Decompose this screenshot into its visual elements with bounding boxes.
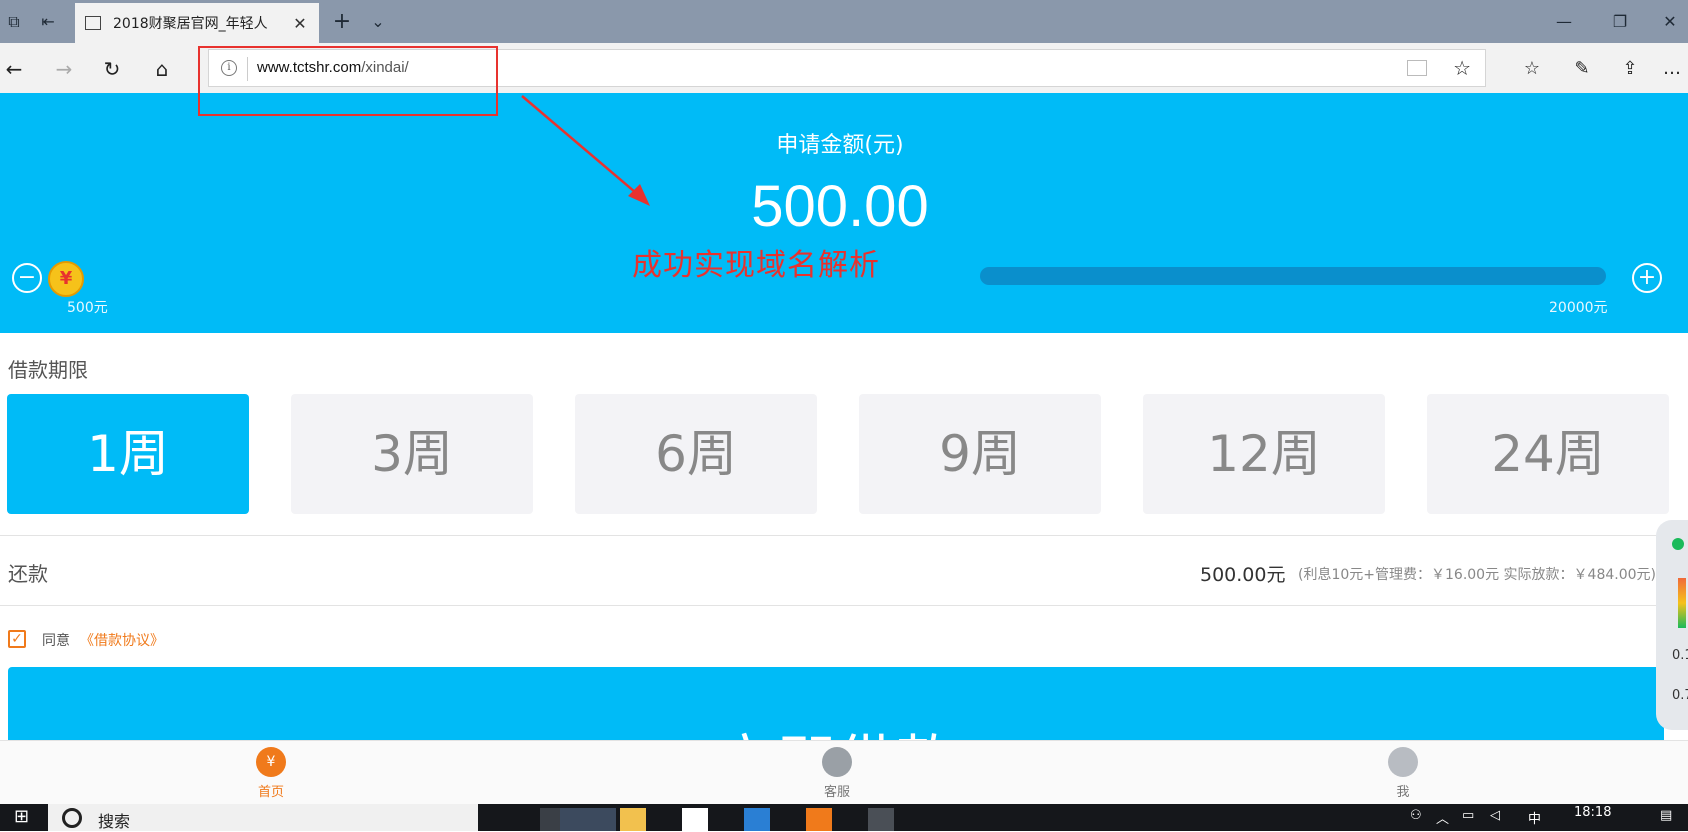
favorite-star-icon[interactable]: ☆ — [1453, 56, 1471, 80]
refresh-icon[interactable]: ↻ — [98, 55, 126, 83]
agree-checkbox[interactable]: ✓ — [8, 630, 26, 648]
term-option-2[interactable]: 3周 — [291, 394, 533, 514]
new-tab-icon[interactable]: + — [330, 10, 354, 34]
amount-value: 500.00 — [751, 174, 929, 239]
home-coin-icon: ¥ — [256, 747, 286, 777]
taskbar-search[interactable]: 搜索 — [48, 804, 478, 831]
search-icon — [62, 808, 82, 828]
amount-slider-track[interactable] — [980, 267, 1606, 285]
user-avatar-icon — [1388, 747, 1418, 777]
repay-label: 还款 — [8, 562, 48, 586]
nav-me-label: 我 — [1396, 785, 1410, 800]
pen-icon[interactable]: ✎ — [1568, 55, 1596, 83]
annotation-highlight-box — [198, 46, 498, 116]
xampp-icon[interactable] — [806, 808, 832, 831]
favorites-icon[interactable]: ☆ — [1518, 55, 1546, 83]
repay-detail: (利息10元+管理费：￥16.00元 实际放款：￥484.00元) — [1298, 567, 1656, 583]
nav-service-label: 客服 — [823, 785, 850, 800]
amount-panel: 申请金额(元) 500.00 − ¥ + 500元 20000元 — [0, 93, 1688, 333]
customer-service-icon — [822, 747, 852, 777]
slider-max-label: 20000元 — [1549, 300, 1608, 316]
decrease-amount-button[interactable]: − — [12, 263, 42, 293]
download-speed: 0.7 — [1672, 688, 1688, 703]
close-tab-icon[interactable]: ✕ — [291, 14, 309, 33]
upload-speed: 0.1 — [1672, 648, 1688, 663]
terminal-icon[interactable] — [868, 808, 894, 831]
nav-home-label: 首页 — [257, 785, 284, 800]
term-option-6[interactable]: 24周 — [1427, 394, 1669, 514]
network-speed-widget[interactable]: 0.1 0.7 — [1656, 520, 1688, 730]
tab-list-icon[interactable]: ⌄ — [366, 10, 390, 34]
term-option-5[interactable]: 12周 — [1143, 394, 1385, 514]
repay-amount: 500.00元 — [1200, 564, 1286, 586]
nav-service[interactable]: 客服 — [777, 747, 897, 800]
back-icon[interactable]: ← — [0, 55, 28, 83]
divider — [0, 535, 1680, 536]
windows-taskbar: ⊞ 搜索 ⚇ ︿ ▭ ◁ 中 18:18 ▤ — [0, 804, 1688, 831]
bottom-nav: ¥ 首页 客服 我 — [0, 740, 1688, 804]
home-icon[interactable]: ⌂ — [148, 55, 176, 83]
restore-icon[interactable]: ❐ — [1606, 8, 1634, 36]
term-option-3[interactable]: 6周 — [575, 394, 817, 514]
clock-time[interactable]: 18:18 — [1574, 805, 1611, 820]
browser-tab-bar: ⧉ ⇤ 2018财聚居官网_年轻人 ✕ + ⌄ — ❐ ✕ — [0, 0, 1688, 43]
divider — [0, 605, 1680, 606]
share-icon[interactable]: ⇪ — [1616, 55, 1644, 83]
nav-me[interactable]: 我 — [1343, 747, 1463, 800]
tray-chevron-icon[interactable]: ︿ — [1436, 808, 1449, 827]
edge-icon[interactable] — [560, 808, 616, 831]
forward-icon[interactable]: → — [50, 55, 78, 83]
set-aside-tabs-icon[interactable]: ⇤ — [36, 10, 60, 34]
browser-tab[interactable]: 2018财聚居官网_年轻人 ✕ — [75, 3, 319, 43]
minimize-icon[interactable]: — — [1550, 8, 1578, 36]
increase-amount-button[interactable]: + — [1632, 263, 1662, 293]
term-option-1[interactable]: 1周 — [7, 394, 249, 514]
volume-icon[interactable]: ◁ — [1490, 808, 1500, 823]
more-icon[interactable]: … — [1658, 55, 1686, 83]
action-center-icon[interactable]: ▤ — [1660, 808, 1672, 823]
agree-text: 同意 — [42, 633, 70, 649]
reading-view-icon[interactable] — [1407, 60, 1427, 76]
window-close-icon[interactable]: ✕ — [1656, 8, 1684, 36]
term-title: 借款期限 — [8, 358, 88, 382]
windows-start-icon[interactable]: ⊞ — [14, 806, 29, 827]
loan-agreement-link[interactable]: 《借款协议》 — [80, 630, 164, 650]
network-icon[interactable]: ▭ — [1462, 808, 1474, 823]
people-icon[interactable]: ⚇ — [1410, 808, 1422, 823]
file-explorer-icon[interactable] — [620, 808, 646, 831]
slider-coin-handle[interactable]: ¥ — [48, 261, 84, 297]
tab-preview-icon[interactable]: ⧉ — [2, 10, 26, 34]
mail-icon[interactable] — [744, 808, 770, 831]
slider-min-label: 500元 — [67, 300, 108, 316]
store-icon[interactable] — [682, 808, 708, 831]
annotation-text: 成功实现域名解析 — [632, 248, 880, 283]
taskbar-search-text: 搜索 — [98, 812, 131, 831]
status-dot-icon — [1672, 538, 1684, 550]
nav-home[interactable]: ¥ 首页 — [211, 747, 331, 800]
tab-title: 2018财聚居官网_年轻人 — [113, 16, 268, 32]
ime-indicator[interactable]: 中 — [1528, 808, 1541, 827]
amount-label: 申请金额(元) — [776, 133, 904, 158]
page-icon — [85, 16, 101, 30]
usage-bar — [1678, 578, 1686, 628]
term-option-4[interactable]: 9周 — [859, 394, 1101, 514]
